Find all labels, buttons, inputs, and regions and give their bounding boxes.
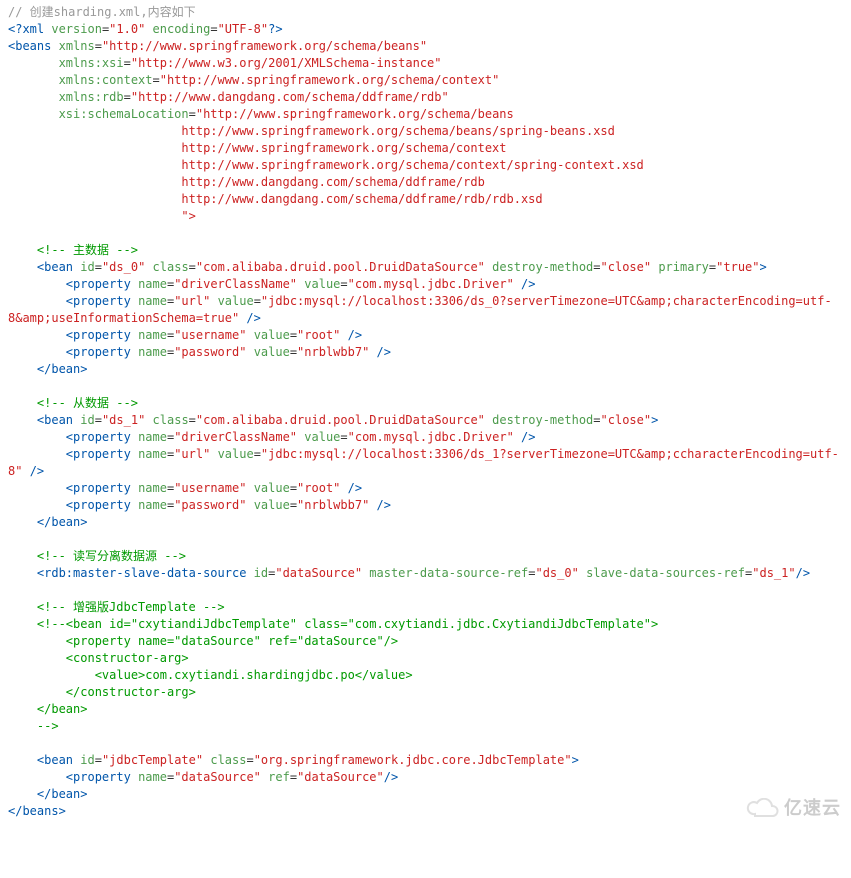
comment-rw: <!-- 读写分离数据源 -->	[37, 549, 186, 563]
bean-ds0: <bean	[37, 260, 73, 274]
cloud-icon	[746, 798, 780, 818]
rdb-ms-ds: <rdb:master-slave-data-source	[37, 566, 247, 580]
comment-master: <!-- 主数据 -->	[37, 243, 138, 257]
comment-slave: <!-- 从数据 -->	[37, 396, 138, 410]
watermark: 亿速云	[746, 798, 841, 818]
xml-decl-open: <?xml	[8, 22, 44, 36]
beans-close: </beans>	[8, 804, 66, 818]
bean-ds1: <bean	[37, 413, 73, 427]
bean-jdbctemplate: <bean	[37, 753, 73, 767]
beans-open: <beans	[8, 39, 51, 53]
comment-enhanced: <!-- 增强版JdbcTemplate -->	[37, 600, 225, 614]
file-comment: // 创建sharding.xml,内容如下	[8, 5, 196, 19]
commented-bean: <!--<bean id="cxytiandiJdbcTemplate" cla…	[8, 617, 658, 733]
code-block: // 创建sharding.xml,内容如下 <?xml version="1.…	[8, 4, 843, 820]
watermark-text: 亿速云	[784, 800, 841, 817]
